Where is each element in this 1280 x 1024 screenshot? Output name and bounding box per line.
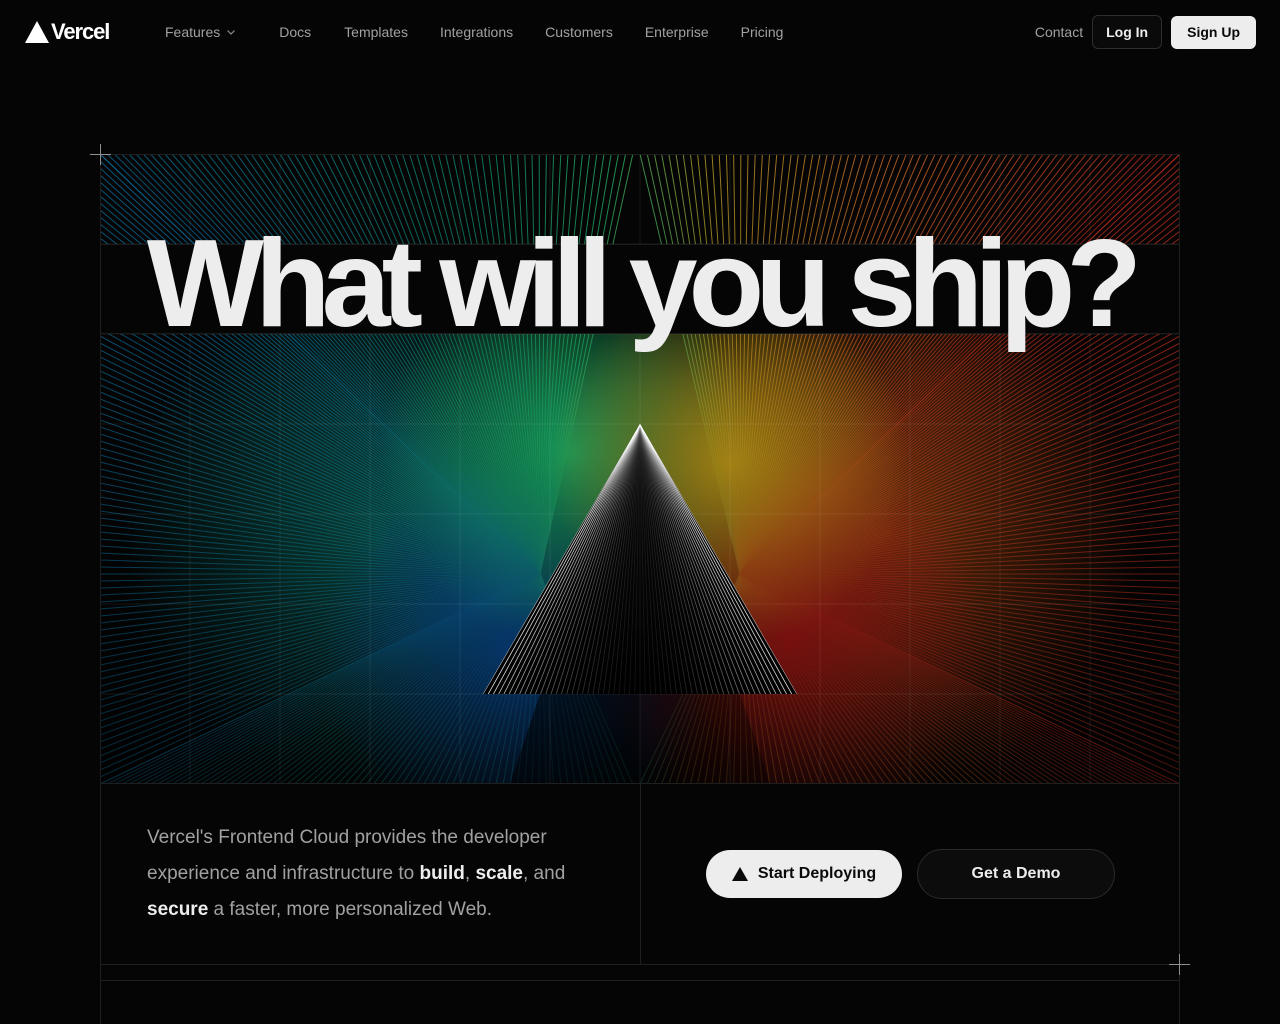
hero-tagline: Vercel's Frontend Cloud provides the dev… <box>147 820 617 928</box>
nav-item-enterprise[interactable]: Enterprise <box>645 24 709 40</box>
nav-item-features[interactable]: Features <box>165 24 236 40</box>
corner-crosshair-icon <box>1169 954 1190 975</box>
corner-crosshair-icon <box>90 144 111 165</box>
frame-divider <box>1179 154 1180 784</box>
tagline-emphasis: build <box>419 863 465 884</box>
chevron-down-icon <box>227 30 236 35</box>
hero-headline: What will you ship? <box>146 215 1142 353</box>
tagline-text: , and <box>523 863 566 884</box>
tagline-text: a faster, more personalized Web. <box>208 899 493 920</box>
nav-item-docs[interactable]: Docs <box>279 24 311 40</box>
signup-button[interactable]: Sign Up <box>1171 15 1256 49</box>
frame-divider <box>100 784 101 1024</box>
tagline-text: , <box>464 863 476 884</box>
vercel-triangle-icon <box>731 867 748 881</box>
login-button[interactable]: Log In <box>1092 15 1163 49</box>
start-deploying-button[interactable]: Start Deploying <box>706 850 902 898</box>
frame-divider <box>100 783 1180 784</box>
get-a-demo-button[interactable]: Get a Demo <box>917 849 1115 899</box>
frame-divider <box>640 784 641 964</box>
top-navbar: Vercel Features Docs Templates Integrati… <box>0 0 1280 64</box>
nav-item-pricing[interactable]: Pricing <box>741 24 784 40</box>
vercel-logo[interactable]: Vercel <box>24 18 110 46</box>
nav-actions: Contact Log In Sign Up <box>1035 15 1256 49</box>
primary-nav: Features Docs Templates Integrations Cus… <box>165 22 783 42</box>
nav-item-templates[interactable]: Templates <box>344 24 408 40</box>
contact-link[interactable]: Contact <box>1035 24 1083 40</box>
frame-divider <box>100 964 1180 965</box>
frame-divider <box>1179 784 1180 1024</box>
frame-divider <box>100 154 101 784</box>
tagline-emphasis: secure <box>147 899 209 920</box>
start-deploying-label: Start Deploying <box>757 865 877 882</box>
nav-item-label: Features <box>165 24 221 40</box>
vercel-triangle-icon <box>25 21 49 43</box>
brand-name: Vercel <box>51 19 110 44</box>
tagline-emphasis: scale <box>475 863 523 884</box>
nav-item-integrations[interactable]: Integrations <box>440 24 513 40</box>
frame-divider <box>100 980 1180 981</box>
nav-item-customers[interactable]: Customers <box>545 24 613 40</box>
frame-divider <box>100 154 1180 155</box>
